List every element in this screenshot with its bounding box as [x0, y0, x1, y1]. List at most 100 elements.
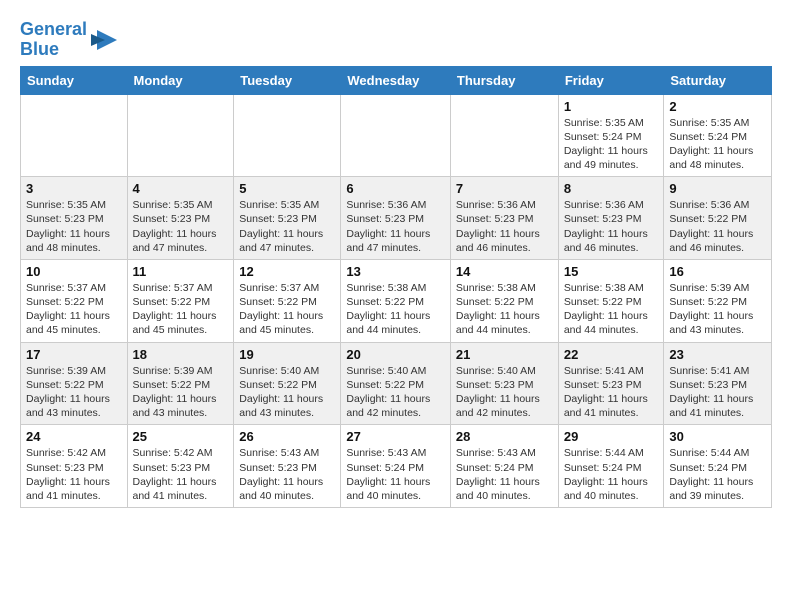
calendar-cell: 25Sunrise: 5:42 AM Sunset: 5:23 PM Dayli… — [127, 425, 234, 508]
calendar-cell: 16 Sunrise: 5:39 AM Sunset: 5:22 PM Dayli… — [664, 259, 772, 342]
day-info: Sunrise: 5:35 AM Sunset: 5:23 PM Dayligh… — [239, 198, 335, 255]
calendar-cell: 11 Sunrise: 5:37 AM Sunset: 5:22 PM Dayli… — [127, 259, 234, 342]
calendar-cell: 12Sunrise: 5:37 AM Sunset: 5:22 PM Dayli… — [234, 259, 341, 342]
day-info: Sunrise: 5:40 AM Sunset: 5:22 PM Dayligh… — [239, 364, 335, 421]
day-info: Sunrise: 5:39 AM Sunset: 5:22 PM Dayligh… — [669, 281, 766, 338]
day-number: 26 — [239, 429, 335, 444]
day-number: 29 — [564, 429, 659, 444]
calendar-cell: 7 Sunrise: 5:36 AM Sunset: 5:23 PM Daylig… — [450, 177, 558, 260]
calendar-cell: 10 Sunrise: 5:37 AM Sunset: 5:22 PM Dayli… — [21, 259, 128, 342]
day-info: Sunrise: 5:38 AM Sunset: 5:22 PM Dayligh… — [456, 281, 553, 338]
calendar-cell: 27 Sunrise: 5:43 AM Sunset: 5:24 PM Dayli… — [341, 425, 451, 508]
calendar-cell — [21, 94, 128, 177]
calendar-cell: 13 Sunrise: 5:38 AM Sunset: 5:22 PM Dayli… — [341, 259, 451, 342]
day-number: 11 — [133, 264, 229, 279]
calendar-cell: 9Sunrise: 5:36 AM Sunset: 5:22 PM Daylig… — [664, 177, 772, 260]
day-info: Sunrise: 5:43 AM Sunset: 5:23 PM Dayligh… — [239, 446, 335, 503]
weekday-header: Wednesday — [341, 66, 451, 94]
calendar-cell: 17 Sunrise: 5:39 AM Sunset: 5:22 PM Dayli… — [21, 342, 128, 425]
weekday-header: Sunday — [21, 66, 128, 94]
day-number: 30 — [669, 429, 766, 444]
calendar-table: SundayMondayTuesdayWednesdayThursdayFrid… — [20, 66, 772, 508]
calendar-cell: 29 Sunrise: 5:44 AM Sunset: 5:24 PM Dayli… — [558, 425, 664, 508]
day-number: 25 — [133, 429, 229, 444]
calendar-header-row: SundayMondayTuesdayWednesdayThursdayFrid… — [21, 66, 772, 94]
day-info: Sunrise: 5:41 AM Sunset: 5:23 PM Dayligh… — [564, 364, 659, 421]
day-info: Sunrise: 5:37 AM Sunset: 5:22 PM Dayligh… — [26, 281, 122, 338]
day-number: 3 — [26, 181, 122, 196]
calendar-week-row: 10 Sunrise: 5:37 AM Sunset: 5:22 PM Dayli… — [21, 259, 772, 342]
calendar-cell: 19 Sunrise: 5:40 AM Sunset: 5:22 PM Dayli… — [234, 342, 341, 425]
day-number: 18 — [133, 347, 229, 362]
day-number: 13 — [346, 264, 445, 279]
day-number: 15 — [564, 264, 659, 279]
calendar-cell: 14 Sunrise: 5:38 AM Sunset: 5:22 PM Dayli… — [450, 259, 558, 342]
day-number: 1 — [564, 99, 659, 114]
calendar-cell: 1Sunrise: 5:35 AM Sunset: 5:24 PM Daylig… — [558, 94, 664, 177]
weekday-header: Tuesday — [234, 66, 341, 94]
day-number: 16 — [669, 264, 766, 279]
day-info: Sunrise: 5:35 AM Sunset: 5:23 PM Dayligh… — [26, 198, 122, 255]
day-number: 8 — [564, 181, 659, 196]
day-info: Sunrise: 5:39 AM Sunset: 5:22 PM Dayligh… — [26, 364, 122, 421]
day-info: Sunrise: 5:43 AM Sunset: 5:24 PM Dayligh… — [456, 446, 553, 503]
calendar-cell: 6Sunrise: 5:36 AM Sunset: 5:23 PM Daylig… — [341, 177, 451, 260]
day-number: 27 — [346, 429, 445, 444]
calendar-week-row: 3 Sunrise: 5:35 AM Sunset: 5:23 PM Daylig… — [21, 177, 772, 260]
day-info: Sunrise: 5:36 AM Sunset: 5:23 PM Dayligh… — [346, 198, 445, 255]
day-number: 5 — [239, 181, 335, 196]
day-number: 22 — [564, 347, 659, 362]
calendar-cell: 3 Sunrise: 5:35 AM Sunset: 5:23 PM Daylig… — [21, 177, 128, 260]
day-info: Sunrise: 5:37 AM Sunset: 5:22 PM Dayligh… — [239, 281, 335, 338]
page-header: General Blue — [20, 16, 772, 60]
day-info: Sunrise: 5:43 AM Sunset: 5:24 PM Dayligh… — [346, 446, 445, 503]
day-info: Sunrise: 5:44 AM Sunset: 5:24 PM Dayligh… — [669, 446, 766, 503]
day-info: Sunrise: 5:36 AM Sunset: 5:22 PM Dayligh… — [669, 198, 766, 255]
weekday-header: Saturday — [664, 66, 772, 94]
calendar-cell: 8 Sunrise: 5:36 AM Sunset: 5:23 PM Daylig… — [558, 177, 664, 260]
day-number: 2 — [669, 99, 766, 114]
calendar-cell: 5 Sunrise: 5:35 AM Sunset: 5:23 PM Daylig… — [234, 177, 341, 260]
day-number: 14 — [456, 264, 553, 279]
calendar-cell: 21Sunrise: 5:40 AM Sunset: 5:23 PM Dayli… — [450, 342, 558, 425]
calendar-week-row: 24 Sunrise: 5:42 AM Sunset: 5:23 PM Dayli… — [21, 425, 772, 508]
day-info: Sunrise: 5:35 AM Sunset: 5:23 PM Dayligh… — [133, 198, 229, 255]
calendar-cell: 18 Sunrise: 5:39 AM Sunset: 5:22 PM Dayli… — [127, 342, 234, 425]
calendar-week-row: 17 Sunrise: 5:39 AM Sunset: 5:22 PM Dayli… — [21, 342, 772, 425]
day-info: Sunrise: 5:40 AM Sunset: 5:23 PM Dayligh… — [456, 364, 553, 421]
day-info: Sunrise: 5:41 AM Sunset: 5:23 PM Dayligh… — [669, 364, 766, 421]
day-info: Sunrise: 5:39 AM Sunset: 5:22 PM Dayligh… — [133, 364, 229, 421]
calendar-cell: 22 Sunrise: 5:41 AM Sunset: 5:23 PM Dayli… — [558, 342, 664, 425]
day-number: 4 — [133, 181, 229, 196]
weekday-header: Monday — [127, 66, 234, 94]
calendar-cell — [234, 94, 341, 177]
day-info: Sunrise: 5:38 AM Sunset: 5:22 PM Dayligh… — [564, 281, 659, 338]
day-number: 10 — [26, 264, 122, 279]
logo: General Blue — [20, 20, 119, 60]
day-info: Sunrise: 5:38 AM Sunset: 5:22 PM Dayligh… — [346, 281, 445, 338]
logo-text: General Blue — [20, 20, 87, 60]
calendar-cell: 24 Sunrise: 5:42 AM Sunset: 5:23 PM Dayli… — [21, 425, 128, 508]
logo-icon — [89, 26, 119, 54]
day-info: Sunrise: 5:42 AM Sunset: 5:23 PM Dayligh… — [26, 446, 122, 503]
day-number: 23 — [669, 347, 766, 362]
day-number: 19 — [239, 347, 335, 362]
day-info: Sunrise: 5:44 AM Sunset: 5:24 PM Dayligh… — [564, 446, 659, 503]
calendar-cell: 28Sunrise: 5:43 AM Sunset: 5:24 PM Dayli… — [450, 425, 558, 508]
day-number: 7 — [456, 181, 553, 196]
day-info: Sunrise: 5:35 AM Sunset: 5:24 PM Dayligh… — [669, 116, 766, 173]
weekday-header: Friday — [558, 66, 664, 94]
day-info: Sunrise: 5:37 AM Sunset: 5:22 PM Dayligh… — [133, 281, 229, 338]
day-number: 20 — [346, 347, 445, 362]
calendar-cell: 30 Sunrise: 5:44 AM Sunset: 5:24 PM Dayli… — [664, 425, 772, 508]
calendar-cell: 20 Sunrise: 5:40 AM Sunset: 5:22 PM Dayli… — [341, 342, 451, 425]
day-number: 17 — [26, 347, 122, 362]
calendar-cell: 23 Sunrise: 5:41 AM Sunset: 5:23 PM Dayli… — [664, 342, 772, 425]
weekday-header: Thursday — [450, 66, 558, 94]
calendar-cell: 26 Sunrise: 5:43 AM Sunset: 5:23 PM Dayli… — [234, 425, 341, 508]
day-info: Sunrise: 5:40 AM Sunset: 5:22 PM Dayligh… — [346, 364, 445, 421]
day-info: Sunrise: 5:36 AM Sunset: 5:23 PM Dayligh… — [564, 198, 659, 255]
calendar-week-row: 1 Sunrise: 5:35 AM Sunset: 5:24 PM Daylig… — [21, 94, 772, 177]
day-info: Sunrise: 5:36 AM Sunset: 5:23 PM Dayligh… — [456, 198, 553, 255]
day-number: 24 — [26, 429, 122, 444]
